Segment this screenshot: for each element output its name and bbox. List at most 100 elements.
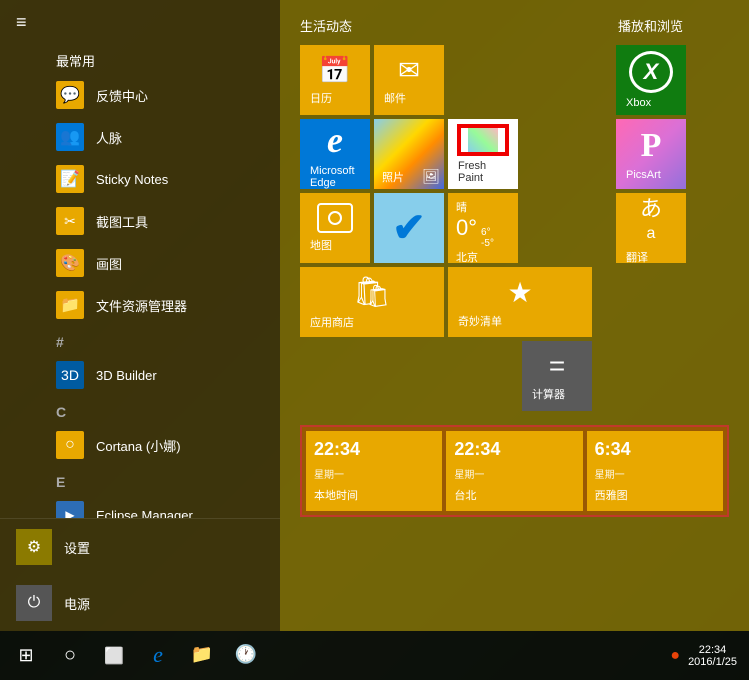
app-item-paint[interactable]: 🎨 画图 (0, 242, 280, 284)
calc-icon: = (549, 350, 565, 382)
clock-city-local: 本地时间 (314, 487, 434, 503)
mail-label: 邮件 (382, 90, 436, 106)
tile-photos[interactable]: 🖼 照片 (374, 119, 444, 189)
snipping-icon: ✂ (56, 207, 84, 235)
settings-item[interactable]: ⚙ 设置 (0, 519, 280, 575)
tiles-panel: 生活动态 播放和浏览 📅 日历 (280, 0, 749, 631)
people-icon: 👥 (56, 123, 84, 151)
explorer-icon: 📁 (56, 291, 84, 319)
taskbar-office-icon[interactable]: ● (666, 647, 684, 665)
picsart-label: PicsArt (624, 169, 678, 181)
app-item-people[interactable]: 👥 人脉 (0, 116, 280, 158)
search-icon: ○ (64, 644, 76, 667)
search-button[interactable]: ○ (48, 634, 92, 678)
app-item-feedback[interactable]: 💬 反馈中心 (0, 74, 280, 116)
weather-top: 晴 (456, 199, 510, 215)
power-item[interactable]: ⏻ 电源 (0, 575, 280, 631)
left-bottom-nav: ⚙ 设置 ⏻ 电源 (0, 518, 280, 631)
tile-store[interactable]: 🛍 应用商店 (300, 267, 444, 337)
start-button[interactable]: ⊞ (4, 634, 48, 678)
frequent-section-label: 最常用 (0, 45, 280, 74)
start-icon: ⊞ (18, 645, 33, 666)
tiles-row-3: 地图 ✔ 晴 (300, 193, 592, 263)
tile-edge[interactable]: e Microsoft Edge (300, 119, 370, 189)
tiles-row-4: 🛍 应用商店 ★ 奇妙清单 (300, 267, 592, 337)
tile-todo[interactable]: ✔ (374, 193, 444, 263)
tile-weather[interactable]: 晴 0° 6° -5° (448, 193, 518, 263)
maps-label: 地图 (308, 237, 362, 253)
tile-freshpaint[interactable]: Fresh Paint (448, 119, 518, 189)
app-item-3dbuilder[interactable]: 3D 3D Builder (0, 354, 280, 396)
taskbar-clock-app[interactable]: 🕐 (224, 634, 268, 678)
clock-day-local: 星期一 (314, 466, 434, 481)
taskbar-date: 2016/1/25 (688, 656, 737, 668)
desktop: ≡ 最常用 💬 反馈中心 👥 人脉 📝 Sticky Notes (0, 0, 749, 680)
paint-icon: 🎨 (56, 249, 84, 277)
app-item-snipping[interactable]: ✂ 截图工具 (0, 200, 280, 242)
life-tiles-area: 📅 日历 ✉ 邮件 e Microsof (300, 45, 592, 411)
weather-main: 0° 6° -5° 北京 (456, 215, 510, 263)
app-label-people: 人脉 (96, 128, 122, 147)
app-item-stickynotes[interactable]: 📝 Sticky Notes (0, 158, 280, 200)
app-label-eclipse: Eclipse Manager (96, 508, 193, 519)
app-label-stickynotes: Sticky Notes (96, 172, 168, 187)
alpha-hash: # (0, 326, 280, 354)
browse-row-2: P PicsArt (616, 119, 686, 189)
clock-time-taipei: 22:34 (454, 439, 574, 460)
edge-icon: e (327, 119, 343, 161)
tile-picsart[interactable]: P PicsArt (616, 119, 686, 189)
taskbar-edge[interactable]: e (136, 634, 180, 678)
freshpaint-label: Fresh Paint (456, 160, 510, 184)
settings-icon: ⚙ (16, 529, 52, 565)
xbox-label: Xbox (624, 97, 678, 109)
weather-high: 6° (481, 227, 494, 238)
tile-xbox[interactable]: X Xbox (616, 45, 686, 115)
tile-calendar[interactable]: 📅 日历 (300, 45, 370, 115)
app-item-eclipse[interactable]: ▶ Eclipse Manager (0, 494, 280, 518)
app-item-explorer[interactable]: 📁 文件资源管理器 (0, 284, 280, 326)
app-item-cortana[interactable]: ○ Cortana (小娜) (0, 424, 280, 466)
tiles-row-1: 📅 日历 ✉ 邮件 (300, 45, 592, 115)
weather-temp: 0° (456, 215, 477, 241)
weather-content: 晴 0° 6° -5° (448, 193, 518, 263)
tile-calculator[interactable]: = 计算器 (522, 341, 592, 411)
taskbar-time: 22:34 (688, 644, 737, 656)
taskbar-explorer[interactable]: 📁 (180, 634, 224, 678)
calc-label: 计算器 (530, 386, 584, 402)
taskbar-explorer-icon: 📁 (191, 644, 213, 665)
clock-city-taipei: 台北 (454, 487, 574, 503)
taskbar-edge-icon: e (153, 642, 163, 668)
tile-wunderlist[interactable]: ★ 奇妙清单 (448, 267, 592, 337)
app-label-explorer: 文件资源管理器 (96, 296, 187, 315)
alpha-c: C (0, 396, 280, 424)
store-icon: 🛍 (353, 275, 391, 310)
tile-maps[interactable]: 地图 (300, 193, 370, 263)
app-list-scroll: 最常用 💬 反馈中心 👥 人脉 📝 Sticky Notes ✂ 截图工具 (0, 45, 280, 518)
app-label-feedback: 反馈中心 (96, 86, 148, 105)
taskview-icon: ⬜ (104, 646, 124, 666)
calendar-icon: 📅 (319, 55, 351, 86)
browse-row-3: あ a 翻译 (616, 193, 686, 263)
edge-label: Microsoft Edge (308, 165, 362, 189)
hamburger-icon[interactable]: ≡ (16, 12, 27, 33)
clock-time-local: 22:34 (314, 439, 434, 460)
store-label: 应用商店 (308, 314, 436, 330)
browse-row-1: X Xbox (616, 45, 686, 115)
taskview-button[interactable]: ⬜ (92, 634, 136, 678)
picsart-icon: P (641, 127, 662, 165)
clock-tile-local[interactable]: 22:34 星期一 本地时间 (306, 431, 442, 511)
taskbar-clock-icon: 🕐 (235, 644, 257, 665)
clock-tiles-row: 22:34 星期一 本地时间 22:34 星期一 台北 6:34 星期一 西雅图 (306, 431, 723, 511)
cortana-icon: ○ (56, 431, 84, 459)
app-label-paint: 画图 (96, 254, 122, 273)
taskbar-datetime[interactable]: 22:34 2016/1/25 (688, 644, 737, 668)
section-life: 生活动态 播放和浏览 📅 日历 (300, 16, 729, 411)
clock-tile-seattle[interactable]: 6:34 星期一 西雅图 (587, 431, 723, 511)
tile-mail[interactable]: ✉ 邮件 (374, 45, 444, 115)
xbox-icon: X (629, 51, 673, 93)
browse-tiles-area: X Xbox P PicsArt あ (616, 45, 686, 411)
clock-tile-taipei[interactable]: 22:34 星期一 台北 (446, 431, 582, 511)
section-life-title: 生活动态 (300, 16, 594, 35)
weather-range: 6° -5° (481, 227, 494, 249)
tile-translate[interactable]: あ a 翻译 (616, 193, 686, 263)
